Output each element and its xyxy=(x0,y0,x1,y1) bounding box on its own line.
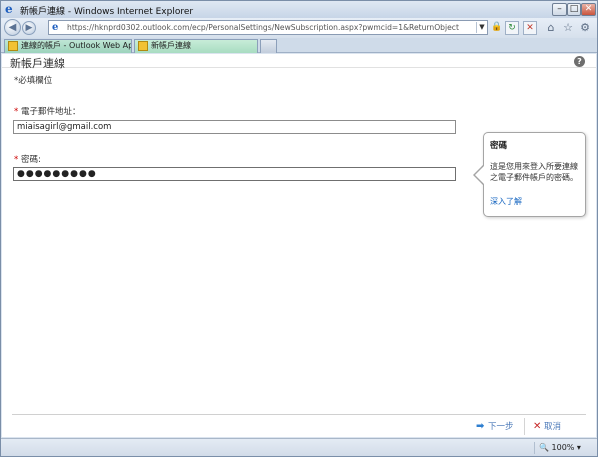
cancel-label: 取消 xyxy=(544,422,562,432)
callout-pointer-fill xyxy=(475,165,485,185)
password-label-text: 密碼: xyxy=(20,155,41,165)
tab-bar: 連線的帳戶 - Outlook Web App 新帳戶連線 xyxy=(1,38,597,53)
tab-page-icon xyxy=(138,41,148,51)
close-x-icon: ✕ xyxy=(533,421,542,432)
page-header: 新帳戶連線 ? xyxy=(2,54,596,70)
password-field[interactable]: ●●●●●●●●● xyxy=(13,167,456,181)
page-content: 新帳戶連線 ? *必填欄位 * 電子郵件地址： miaisagirl@gmail… xyxy=(2,54,596,437)
email-label: * 電子郵件地址： xyxy=(14,105,80,117)
tools-gear-icon[interactable]: ⚙ xyxy=(578,21,592,35)
lock-icon[interactable]: 🔒 xyxy=(490,21,504,35)
ie-logo-icon: e xyxy=(5,2,13,16)
arrow-right-icon: ➡ xyxy=(476,421,485,432)
page-title: 新帳戶連線 xyxy=(10,57,65,70)
help-icon[interactable]: ? xyxy=(574,56,585,67)
navigation-bar: ◀ ▶ e https://hknprd0302.outlook.com/ecp… xyxy=(1,18,597,38)
learn-more-link[interactable]: 深入了解 xyxy=(490,196,522,207)
address-dropdown-icon[interactable]: ▼ xyxy=(476,22,487,33)
close-button[interactable]: ✕ xyxy=(581,3,596,16)
title-bar: e 新帳戶連線 - Windows Internet Explorer – □ … xyxy=(1,1,597,18)
zoom-icon: 🔍 xyxy=(539,443,549,452)
cancel-button[interactable]: ✕ 取消 xyxy=(533,420,561,433)
minimize-button[interactable]: – xyxy=(552,3,567,16)
browser-window: e 新帳戶連線 - Windows Internet Explorer – □ … xyxy=(0,0,598,457)
favorites-star-icon[interactable]: ☆ xyxy=(561,21,575,35)
window-title: 新帳戶連線 - Windows Internet Explorer xyxy=(20,7,194,17)
callout-body: 這是您用來登入所要連線之電子郵件帳戶的密碼。 xyxy=(490,162,578,182)
next-button[interactable]: ➡ 下一步 xyxy=(476,420,514,433)
status-bar: 🔍 100% ▾ xyxy=(1,438,597,456)
forward-icon[interactable]: ▶ xyxy=(22,21,36,35)
page-icon: e xyxy=(52,22,59,33)
refresh-icon[interactable]: ↻ xyxy=(505,21,519,35)
maximize-button[interactable]: □ xyxy=(567,3,581,16)
tab-label: 新帳戶連線 xyxy=(151,41,191,50)
button-separator xyxy=(524,418,525,435)
required-fields-note: *必填欄位 xyxy=(14,76,53,86)
tab-page-icon xyxy=(8,41,18,51)
home-icon[interactable]: ⌂ xyxy=(544,21,558,35)
back-icon[interactable]: ◀ xyxy=(4,19,21,36)
required-star: * xyxy=(14,155,21,165)
password-help-callout: 密碼 這是您用來登入所要連線之電子郵件帳戶的密碼。 深入了解 xyxy=(483,132,586,217)
required-star: * xyxy=(14,107,21,117)
stop-icon[interactable]: ✕ xyxy=(523,21,537,35)
email-label-text: 電子郵件地址： xyxy=(20,107,81,117)
zoom-level: 100% xyxy=(551,443,575,452)
address-bar[interactable]: e https://hknprd0302.outlook.com/ecp/Per… xyxy=(48,20,488,35)
callout-title: 密碼 xyxy=(490,141,508,151)
tab-new-account-connection[interactable]: 新帳戶連線 xyxy=(134,39,258,53)
new-tab-button[interactable] xyxy=(260,39,277,53)
password-label: * 密碼: xyxy=(14,153,41,165)
address-url[interactable]: https://hknprd0302.outlook.com/ecp/Perso… xyxy=(67,23,459,32)
tab-connected-accounts[interactable]: 連線的帳戶 - Outlook Web App xyxy=(4,39,132,53)
zoom-control[interactable]: 🔍 100% ▾ xyxy=(534,442,592,454)
email-field[interactable]: miaisagirl@gmail.com xyxy=(13,120,456,134)
next-label: 下一步 xyxy=(488,422,514,432)
divider xyxy=(12,414,586,415)
tab-label: 連線的帳戶 - Outlook Web App xyxy=(21,41,132,50)
